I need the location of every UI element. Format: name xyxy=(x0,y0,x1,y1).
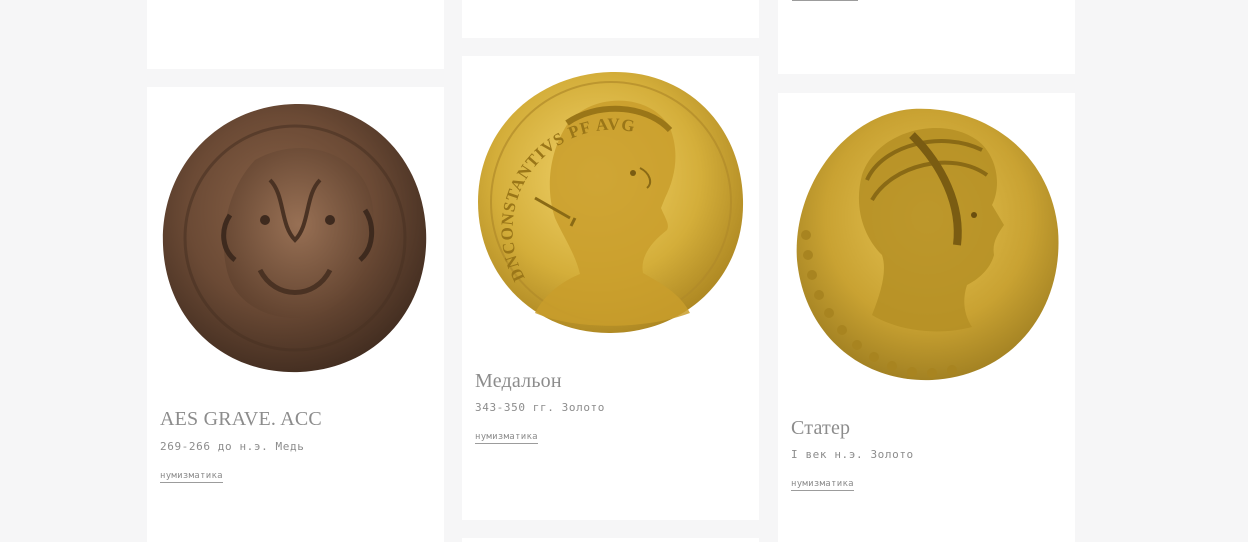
collection-grid: AES GRAVE. ACC 269-266 до н.э. Медь нуми… xyxy=(0,0,1248,542)
category-tag[interactable]: нумизматика xyxy=(791,479,854,491)
item-date-material: 343-350 гг. Золото xyxy=(475,401,606,414)
item-card[interactable]: AES GRAVE. ACC 269-266 до н.э. Медь нуми… xyxy=(147,87,444,542)
item-title[interactable]: Статер xyxy=(791,417,850,440)
card-partial-bottom[interactable] xyxy=(462,538,759,542)
item-title[interactable]: AES GRAVE. ACC xyxy=(160,408,322,431)
card-partial-top-2[interactable] xyxy=(462,0,759,38)
item-card[interactable]: Статер I век н.э. Золото нумизматика xyxy=(778,93,1075,542)
item-date-material: I век н.э. Золото xyxy=(791,448,914,461)
item-title[interactable]: Медальон xyxy=(475,370,562,393)
card-partial-top-3[interactable] xyxy=(778,0,1075,74)
gold-emperor-medallion-image[interactable]: DNCONSTANTIVS PF AVG xyxy=(475,68,747,336)
category-tag[interactable]: нумизматика xyxy=(475,432,538,444)
gold-stater-coin-image[interactable] xyxy=(792,105,1062,383)
category-tag[interactable]: нумизматика xyxy=(160,471,223,483)
card-partial-tag-underline[interactable] xyxy=(792,0,858,1)
card-partial-top-1[interactable] xyxy=(147,0,444,69)
item-date-material: 269-266 до н.э. Медь xyxy=(160,440,305,453)
bronze-janus-coin-image[interactable] xyxy=(160,100,430,375)
item-card[interactable]: DNCONSTANTIVS PF AVG Медальон 343-350 гг… xyxy=(462,56,759,520)
